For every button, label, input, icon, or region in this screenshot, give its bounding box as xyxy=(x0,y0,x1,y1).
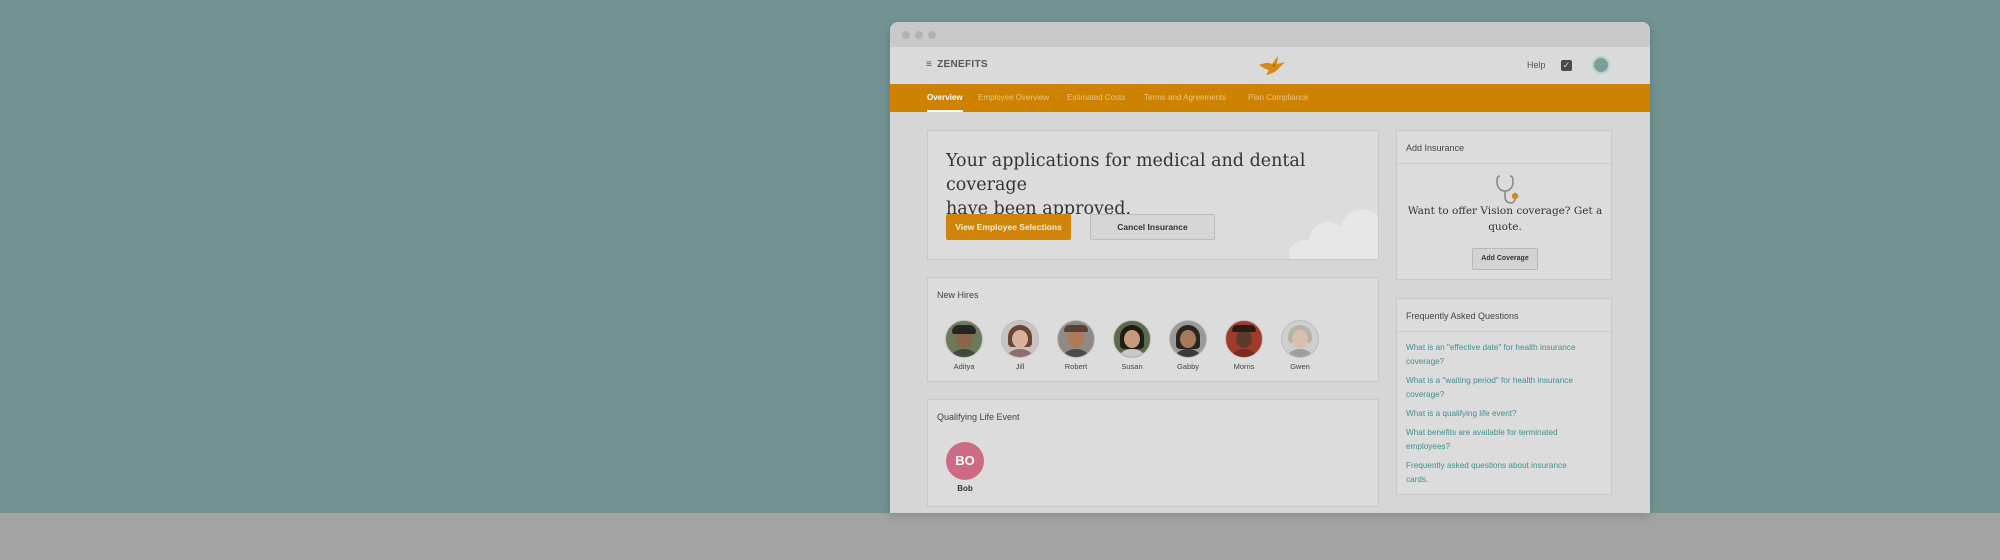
divider xyxy=(1397,163,1611,164)
approval-message: Your applications for medical and dental… xyxy=(946,149,1378,221)
avatar xyxy=(1281,320,1319,358)
stethoscope-icon xyxy=(1496,175,1519,204)
faq-link-effective-date[interactable]: What is an "effective date" for health i… xyxy=(1406,341,1601,368)
desk-floor xyxy=(0,513,2000,560)
add-insurance-title: Add Insurance xyxy=(1406,143,1465,153)
tasks-checkbox-icon[interactable]: ✓ xyxy=(1561,60,1572,71)
user-avatar[interactable] xyxy=(1592,56,1610,74)
new-hires-title: New Hires xyxy=(937,290,979,300)
window-chrome xyxy=(890,22,1650,47)
avatar xyxy=(1169,320,1207,358)
avatar xyxy=(945,320,983,358)
new-hire-jill[interactable]: Jill xyxy=(997,320,1043,371)
faq-link-line: What is an "effective date" for health i… xyxy=(1406,343,1576,352)
add-coverage-button[interactable]: Add Coverage xyxy=(1472,248,1538,270)
tab-bar: Overview Employee Overview Estimated Cos… xyxy=(890,84,1650,112)
new-hire-robert[interactable]: Robert xyxy=(1053,320,1099,371)
new-hire-name: Jill xyxy=(1015,362,1025,371)
tab-plan-compliance[interactable]: Plan Compliance xyxy=(1248,93,1308,102)
avatar xyxy=(1057,320,1095,358)
avatar xyxy=(1113,320,1151,358)
faq-card: Frequently Asked Questions What is an "e… xyxy=(1396,298,1612,495)
window-maximize-dot[interactable] xyxy=(928,31,936,39)
top-navbar: ≡ ZENEFITS Help ✓ xyxy=(890,47,1650,84)
browser-window: ≡ ZENEFITS Help ✓ Overview Employee Overv… xyxy=(890,22,1650,513)
divider xyxy=(1397,331,1611,332)
new-hire-susan[interactable]: Susan xyxy=(1109,320,1155,371)
tab-overview[interactable]: Overview xyxy=(927,93,963,112)
new-hire-gabby[interactable]: Gabby xyxy=(1165,320,1211,371)
tab-employee-overview[interactable]: Employee Overview xyxy=(978,93,1049,102)
new-hire-name: Gabby xyxy=(1176,362,1200,371)
new-hire-name: Susan xyxy=(1121,362,1143,371)
hamburger-menu-icon[interactable]: ≡ xyxy=(926,59,932,70)
window-minimize-dot[interactable] xyxy=(915,31,923,39)
faq-title: Frequently Asked Questions xyxy=(1406,311,1519,321)
cancel-insurance-button[interactable]: Cancel Insurance xyxy=(1090,214,1215,240)
hummingbird-logo-icon[interactable] xyxy=(1256,53,1288,79)
approval-line-1: Your applications for medical and dental… xyxy=(946,151,1306,195)
help-link[interactable]: Help xyxy=(1527,60,1546,70)
view-employee-selections-button[interactable]: View Employee Selections xyxy=(946,214,1071,240)
faq-link-line: employees? xyxy=(1406,441,1451,451)
new-hire-morris[interactable]: Morris xyxy=(1221,320,1267,371)
add-insurance-card: Add Insurance Want to offer Vision cover… xyxy=(1396,130,1612,280)
faq-link-insurance-cards[interactable]: Frequently asked questions about insuran… xyxy=(1406,459,1601,486)
new-hire-name: Gwen xyxy=(1290,362,1310,371)
faq-link-line: coverage? xyxy=(1406,389,1445,399)
avatar xyxy=(1001,320,1039,358)
brand-name: ZENEFITS xyxy=(937,59,988,70)
avatar xyxy=(1225,320,1263,358)
faq-link-line: What is a "waiting period" for health in… xyxy=(1406,376,1573,385)
faq-link-line: What is a qualifying life event? xyxy=(1406,409,1517,418)
tab-terms-and-agreements[interactable]: Terms and Agreements xyxy=(1144,93,1226,102)
faq-link-line: What benefits are available for terminat… xyxy=(1406,428,1558,437)
brand-menu[interactable]: ≡ ZENEFITS xyxy=(926,59,988,70)
faq-link-qualifying-life-event[interactable]: What is a qualifying life event? xyxy=(1406,407,1601,421)
new-hire-name: Aditya xyxy=(953,362,975,371)
faq-link-line: cards. xyxy=(1406,474,1429,484)
window-close-dot[interactable] xyxy=(902,31,910,39)
faq-link-line: coverage? xyxy=(1406,356,1445,366)
employee-initials-badge[interactable]: BO xyxy=(946,442,984,480)
vision-offer-text: Want to offer Vision coverage? Get a quo… xyxy=(1407,203,1603,235)
tab-estimated-costs[interactable]: Estimated Costs xyxy=(1067,93,1125,102)
new-hires-card: New Hires Aditya Jill Robert Susan Gabby… xyxy=(927,277,1379,382)
faq-link-waiting-period[interactable]: What is a "waiting period" for health in… xyxy=(1406,374,1601,401)
new-hire-name: Robert xyxy=(1064,362,1088,371)
new-hire-aditya[interactable]: Aditya xyxy=(941,320,987,371)
employee-name: Bob xyxy=(957,484,973,493)
qle-title: Qualifying Life Event xyxy=(937,412,1020,422)
faq-link-terminated-employees[interactable]: What benefits are available for terminat… xyxy=(1406,426,1601,453)
vision-offer-line-2: quote. xyxy=(1488,221,1522,233)
new-hire-name: Morris xyxy=(1233,362,1255,371)
new-hire-gwen[interactable]: Gwen xyxy=(1277,320,1323,371)
approval-card: Your applications for medical and dental… xyxy=(927,130,1379,260)
qualifying-life-event-card: Qualifying Life Event BO Bob xyxy=(927,399,1379,507)
faq-link-line: Frequently asked questions about insuran… xyxy=(1406,461,1567,470)
vision-offer-line-1: Want to offer Vision coverage? Get a xyxy=(1407,205,1603,217)
